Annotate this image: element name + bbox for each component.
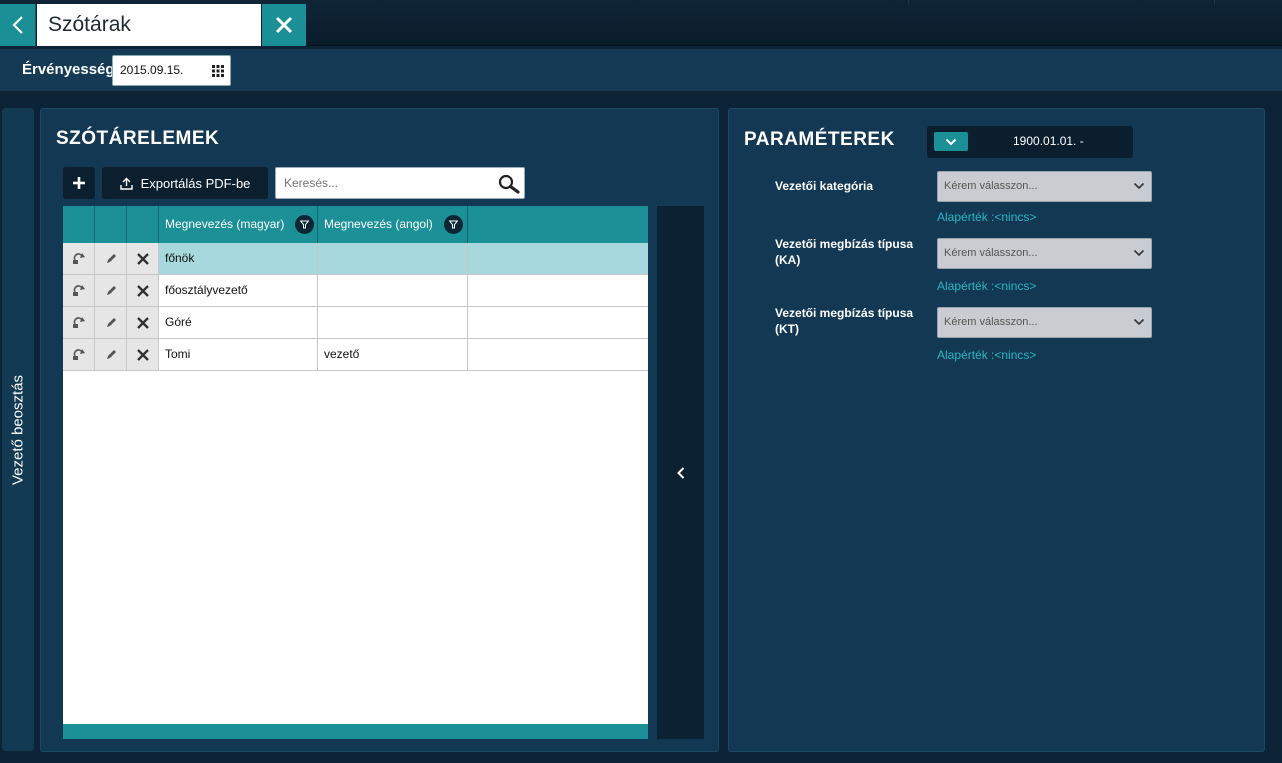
top-bar: Szótárak karbantartása — [0, 0, 1282, 78]
grid-footer — [63, 724, 648, 739]
delete-icon[interactable] — [127, 243, 159, 274]
chevron-left-icon — [676, 466, 684, 479]
table-row[interactable]: főnök — [63, 243, 648, 275]
chevron-down-icon — [1133, 318, 1145, 326]
search-icon[interactable] — [498, 174, 520, 194]
column-header-hu[interactable]: Megnevezés (magyar) — [159, 206, 318, 243]
page-title: Szótárak karbantartása — [37, 4, 261, 78]
validity-date-value: 2015.09.15. — [120, 63, 184, 77]
plus-icon — [73, 177, 85, 189]
panel-title: PARAMÉTEREK — [744, 129, 895, 150]
panel-title: SZÓTÁRELEMEK — [56, 128, 220, 149]
close-icon — [275, 16, 293, 34]
cell-hu: Tomi — [159, 339, 318, 370]
parameters-panel: PARAMÉTEREK 1900.01.01. - Vezetői kategó… — [728, 108, 1265, 752]
filter-icon[interactable] — [295, 215, 314, 234]
grid-header: Megnevezés (magyar) Megnevezés (angol) — [63, 206, 648, 243]
delete-icon[interactable] — [127, 339, 159, 370]
column-header-en[interactable]: Megnevezés (angol) — [318, 206, 468, 243]
version-icon[interactable] — [63, 339, 95, 370]
param-select-megbizas-kt[interactable]: Kérem válasszon... — [937, 307, 1152, 338]
side-tab-label: Vezető beosztás — [9, 374, 27, 485]
chevron-down-icon — [1133, 249, 1145, 257]
filter-icon[interactable] — [444, 215, 463, 234]
export-pdf-button[interactable]: Exportálás PDF-be — [102, 167, 268, 199]
cell-en: vezető — [318, 339, 468, 370]
param-label-vezetoi-kategoria: Vezetői kategória — [775, 179, 874, 193]
chevron-down-icon — [1133, 182, 1145, 190]
version-icon[interactable] — [63, 275, 95, 306]
divider — [1214, 0, 1215, 4]
param-default-megbizas-ka: Alapérték :<nincs> — [937, 279, 1037, 293]
select-placeholder: Kérem válasszon... — [944, 316, 1038, 328]
search-box — [275, 167, 525, 199]
close-button[interactable] — [262, 4, 306, 46]
table-row[interactable]: Tomi vezető — [63, 339, 648, 371]
dictionary-items-panel: SZÓTÁRELEMEK Exportálás PDF-be Megnevezé… — [40, 108, 719, 752]
column-header-en-label: Megnevezés (angol) — [324, 217, 433, 231]
version-label: 1900.01.01. - — [1013, 134, 1084, 148]
cell-en — [318, 275, 468, 306]
header-cell-blank — [63, 206, 95, 243]
version-dropdown-button[interactable] — [934, 132, 968, 151]
upload-icon — [119, 177, 133, 190]
divider — [908, 0, 909, 4]
validity-label: Érvényesség — [22, 61, 115, 78]
validity-date-field[interactable]: 2015.09.15. — [112, 55, 231, 86]
param-default-megbizas-kt: Alapérték :<nincs> — [937, 348, 1037, 362]
table-row[interactable]: főosztályvezető — [63, 275, 648, 307]
chevron-down-icon — [945, 138, 957, 145]
select-placeholder: Kérem válasszon... — [944, 180, 1038, 192]
header-cell-blank — [95, 206, 127, 243]
cell-en — [318, 243, 468, 274]
cell-hu: főnök — [159, 243, 318, 274]
back-button[interactable] — [0, 4, 36, 46]
param-label-megbizas-ka: Vezetői megbízás típusa (KA) — [775, 237, 914, 267]
side-tab-vezeto-beosztas[interactable]: Vezető beosztás — [2, 108, 34, 751]
table-row[interactable]: Góré — [63, 307, 648, 339]
validity-row: Érvényesség 2015.09.15. — [0, 49, 1282, 91]
param-label-megbizas-kt: Vezetői megbízás típusa (KT) — [775, 306, 914, 336]
cell-hu: főosztályvezető — [159, 275, 318, 306]
edit-icon[interactable] — [95, 339, 127, 370]
search-input[interactable] — [276, 168, 491, 198]
collapse-panel-button[interactable] — [657, 206, 704, 739]
version-icon[interactable] — [63, 307, 95, 338]
cell-en — [318, 307, 468, 338]
dictionary-grid: Megnevezés (magyar) Megnevezés (angol) f… — [63, 206, 648, 739]
delete-icon[interactable] — [127, 275, 159, 306]
edit-icon[interactable] — [95, 243, 127, 274]
add-button[interactable] — [63, 167, 95, 199]
param-default-vezetoi-kategoria: Alapérték :<nincs> — [937, 210, 1037, 224]
version-selector[interactable]: 1900.01.01. - — [927, 126, 1133, 158]
edit-icon[interactable] — [95, 307, 127, 338]
edit-icon[interactable] — [95, 275, 127, 306]
select-placeholder: Kérem válasszon... — [944, 247, 1038, 259]
cell-hu: Góré — [159, 307, 318, 338]
header-cell-blank — [127, 206, 159, 243]
column-header-hu-label: Megnevezés (magyar) — [165, 217, 285, 231]
calendar-icon[interactable] — [212, 65, 224, 77]
export-pdf-label: Exportálás PDF-be — [140, 175, 251, 191]
delete-icon[interactable] — [127, 307, 159, 338]
version-icon[interactable] — [63, 243, 95, 274]
param-select-vezetoi-kategoria[interactable]: Kérem válasszon... — [937, 171, 1152, 202]
chevron-left-icon — [11, 16, 23, 34]
param-select-megbizas-ka[interactable]: Kérem válasszon... — [937, 238, 1152, 269]
